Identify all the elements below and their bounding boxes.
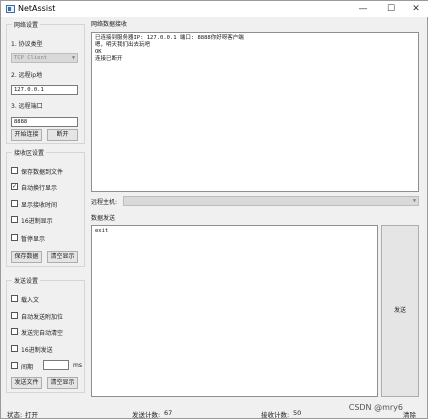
auto-append-label: 自动发送附加位	[21, 314, 64, 321]
send-button[interactable]: 发送	[381, 225, 419, 397]
sent-count-value: 67	[164, 409, 173, 417]
minimize-button[interactable]: —	[350, 1, 376, 17]
hex-display-label: 16进制显示	[21, 218, 53, 225]
save-to-file-checkbox[interactable]	[11, 167, 18, 174]
close-button[interactable]: ✕	[403, 1, 429, 17]
auto-wrap-label: 自动换行显示	[21, 185, 58, 192]
receive-area-title: 网络数据接收	[91, 21, 128, 28]
receive-textarea[interactable]: 已连接到服务器IP: 127.0.0.1 端口: 8888你好呀客户端 嗯，明天我…	[91, 32, 419, 192]
load-file-label: 载入文	[21, 297, 40, 304]
protocol-select[interactable]: TCP Client ▼	[11, 53, 78, 63]
connect-button[interactable]: 开始连接	[11, 129, 42, 141]
disconnect-button[interactable]: 断开	[47, 129, 78, 141]
receive-settings-title: 接收区设置	[12, 148, 47, 157]
auto-clear-label: 发送完自动清空	[21, 330, 64, 337]
app-icon	[6, 5, 15, 13]
receive-line: 已连接到服务器IP: 127.0.0.1 端口: 8888你好呀客户端	[95, 35, 244, 41]
send-textarea[interactable]: exit	[91, 225, 378, 397]
remote-port-input[interactable]: 8888	[11, 117, 78, 127]
auto-wrap-checkbox[interactable]: ✓	[11, 183, 18, 190]
pause-display-label: 暂停显示	[21, 236, 46, 243]
clear-receive-button[interactable]: 清空显示	[47, 251, 78, 263]
pause-display-checkbox[interactable]	[11, 234, 18, 241]
auto-clear-checkbox[interactable]	[11, 328, 18, 335]
title-bar: NetAssist — ☐ ✕	[1, 1, 428, 17]
send-settings-title: 发送设置	[12, 276, 41, 285]
watermark: CSDN @mry6	[348, 403, 403, 412]
load-file-checkbox[interactable]	[11, 295, 18, 302]
clear-count-button[interactable]: 清除	[403, 409, 416, 419]
remote-host-select[interactable]: ▼	[123, 196, 419, 206]
maximize-button[interactable]: ☐	[378, 1, 404, 17]
window-title: NetAssist	[18, 4, 56, 13]
show-time-checkbox[interactable]	[11, 200, 18, 207]
save-data-button[interactable]: 保存数据	[11, 251, 42, 263]
remote-ip-input[interactable]: 127.0.0.1	[11, 85, 78, 95]
interval-label: 间期	[21, 364, 34, 371]
save-to-file-label: 保存数据到文件	[21, 169, 64, 176]
status-label: 状态:	[7, 411, 23, 419]
auto-append-checkbox[interactable]	[11, 312, 18, 319]
chevron-down-icon: ▼	[71, 55, 75, 61]
hex-display-checkbox[interactable]	[11, 216, 18, 223]
protocol-label: 1. 协议类型	[11, 41, 43, 48]
receive-line: OK	[95, 49, 102, 55]
status-value: 打开	[25, 411, 38, 419]
clear-send-button[interactable]: 清空显示	[47, 377, 78, 389]
sent-count-label: 发送计数:	[132, 411, 161, 419]
hex-send-label: 16进制发送	[21, 347, 53, 354]
show-time-label: 显示接收时间	[21, 202, 58, 209]
send-area-title: 数据发送	[91, 215, 116, 222]
app-window: NetAssist — ☐ ✕ 网络设置 1. 协议类型 TCP Client …	[0, 0, 428, 419]
interval-unit: ms	[73, 362, 82, 369]
remote-ip-label: 2. 远程ip地	[11, 72, 43, 79]
chevron-down-icon: ▼	[412, 198, 416, 204]
remote-port-label: 3. 远程端口	[11, 103, 43, 110]
interval-checkbox[interactable]	[11, 362, 18, 369]
network-settings-title: 网络设置	[12, 20, 41, 29]
recv-count-value: 50	[293, 409, 302, 417]
receive-line: 嗯，明天我们出去玩吧	[95, 42, 151, 48]
receive-line: 连接已断开	[95, 56, 123, 62]
hex-send-checkbox[interactable]	[11, 345, 18, 352]
send-file-button[interactable]: 发送文件	[11, 377, 42, 389]
interval-input[interactable]	[43, 360, 69, 370]
remote-host-label: 远程主机:	[91, 199, 118, 206]
recv-count-label: 接收计数:	[261, 411, 290, 419]
protocol-value: TCP Client	[14, 55, 48, 61]
